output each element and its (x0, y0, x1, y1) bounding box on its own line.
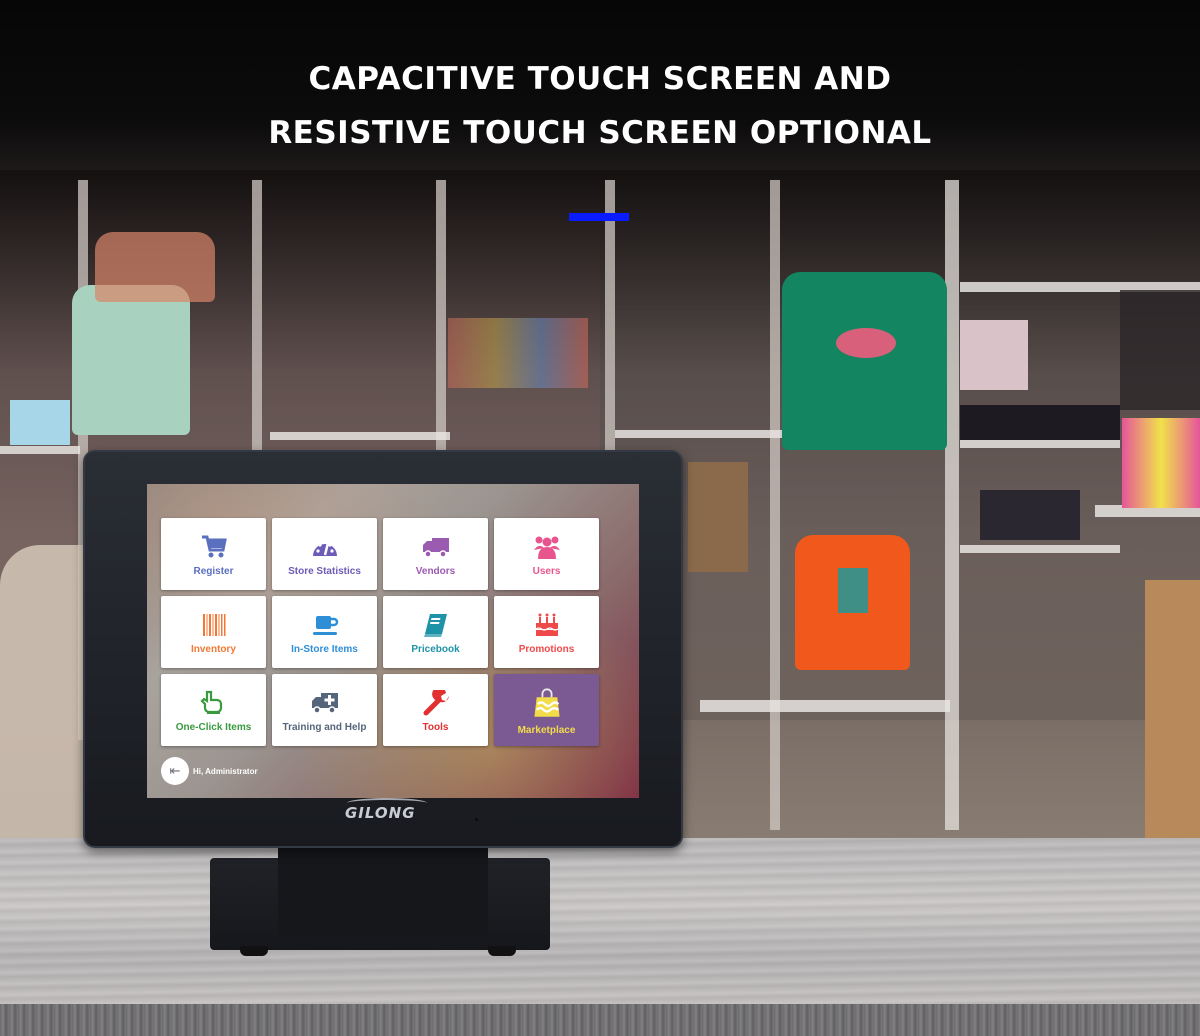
green-shirt (782, 272, 947, 450)
tile-store-statistics[interactable]: Store Statistics (272, 518, 377, 590)
headline-line-1: CAPACITIVE TOUCH SCREEN AND (308, 61, 892, 97)
product-boxes (960, 320, 1028, 390)
peach-shirt (95, 232, 215, 302)
tile-label: In-Store Items (291, 643, 358, 655)
greeting-text: Hi, Administrator (193, 766, 258, 776)
shelf (960, 545, 1120, 553)
pointing-hand-icon (199, 690, 222, 714)
coffee-cup-icon (312, 615, 338, 635)
tile-label: Store Statistics (288, 565, 361, 577)
tile-inventory[interactable]: Inventory (161, 596, 266, 668)
accent-bar (569, 213, 629, 221)
gift-bags (1122, 418, 1200, 508)
tile-label: Inventory (190, 643, 236, 655)
power-led (475, 818, 478, 821)
ambulance-icon (311, 692, 338, 714)
tile-marketplace[interactable]: Marketplace (494, 674, 599, 746)
users-group-icon (533, 536, 560, 559)
tile-users[interactable]: Users (494, 518, 599, 590)
shopping-bag-icon (533, 687, 560, 717)
shirt-print (838, 568, 868, 613)
hat-rack (1120, 290, 1200, 410)
user-greeting: ⇤ Hi, Administrator (161, 757, 258, 785)
tile-label: Register (193, 565, 234, 577)
shelf (615, 430, 785, 438)
headline: CAPACITIVE TOUCH SCREEN AND RESISTIVE TO… (0, 52, 1200, 160)
shelf-upright (945, 180, 959, 830)
tile-label: Training and Help (282, 721, 367, 733)
counter-edge (0, 1004, 1200, 1036)
tile-label: Pricebook (411, 643, 460, 655)
store-floor (600, 720, 1200, 850)
tile-register[interactable]: Register (161, 518, 266, 590)
napkin-pack (10, 400, 70, 445)
birthday-cake-icon (535, 613, 558, 636)
monitor-foot (240, 946, 268, 956)
tile-label: Vendors (415, 565, 456, 577)
tile-vendors[interactable]: Vendors (383, 518, 488, 590)
shelf-upright (770, 180, 780, 830)
shopping-cart-icon (201, 535, 227, 557)
tile-training-and-help[interactable]: Training and Help (272, 674, 377, 746)
tile-label: Marketplace (517, 724, 576, 736)
tile-tools[interactable]: Tools (383, 674, 488, 746)
book-icon (423, 613, 447, 637)
sign-out-icon: ⇤ (169, 763, 181, 778)
dashboard-gauge-icon (312, 542, 337, 556)
barcode-icon (202, 613, 225, 636)
monitor-foot (488, 946, 516, 956)
dino-bag (688, 462, 748, 572)
tile-promotions[interactable]: Promotions (494, 596, 599, 668)
app-tile-grid: Register Store Statistics Vendors Users … (161, 518, 613, 746)
logout-button[interactable]: ⇤ (161, 757, 189, 785)
shelf (270, 432, 450, 440)
pos-monitor: Register Store Statistics Vendors Users … (83, 450, 683, 848)
shirt-print (836, 328, 896, 358)
wooden-crate (1145, 580, 1200, 840)
wrench-icon (423, 689, 449, 715)
mint-shirt (72, 285, 190, 435)
laser-x-box (960, 405, 1120, 440)
headline-line-2: RESISTIVE TOUCH SCREEN OPTIONAL (268, 115, 932, 151)
balloon-pack (448, 318, 588, 388)
tile-one-click-items[interactable]: One-Click Items (161, 674, 266, 746)
laser-x-box (980, 490, 1080, 540)
tile-pricebook[interactable]: Pricebook (383, 596, 488, 668)
tile-label: Users (532, 565, 561, 577)
round-display (0, 545, 95, 845)
shelf (960, 440, 1120, 448)
shelf (0, 446, 80, 454)
touch-screen: Register Store Statistics Vendors Users … (147, 484, 639, 798)
tile-label: Tools (422, 721, 449, 733)
truck-icon (422, 537, 449, 558)
marble-counter (0, 838, 1200, 1006)
brand-logo: GILONG (345, 804, 416, 822)
tile-in-store-items[interactable]: In-Store Items (272, 596, 377, 668)
monitor-neck (278, 845, 488, 935)
tile-label: One-Click Items (175, 721, 252, 733)
tile-label: Promotions (518, 643, 575, 655)
shelf (700, 700, 950, 712)
